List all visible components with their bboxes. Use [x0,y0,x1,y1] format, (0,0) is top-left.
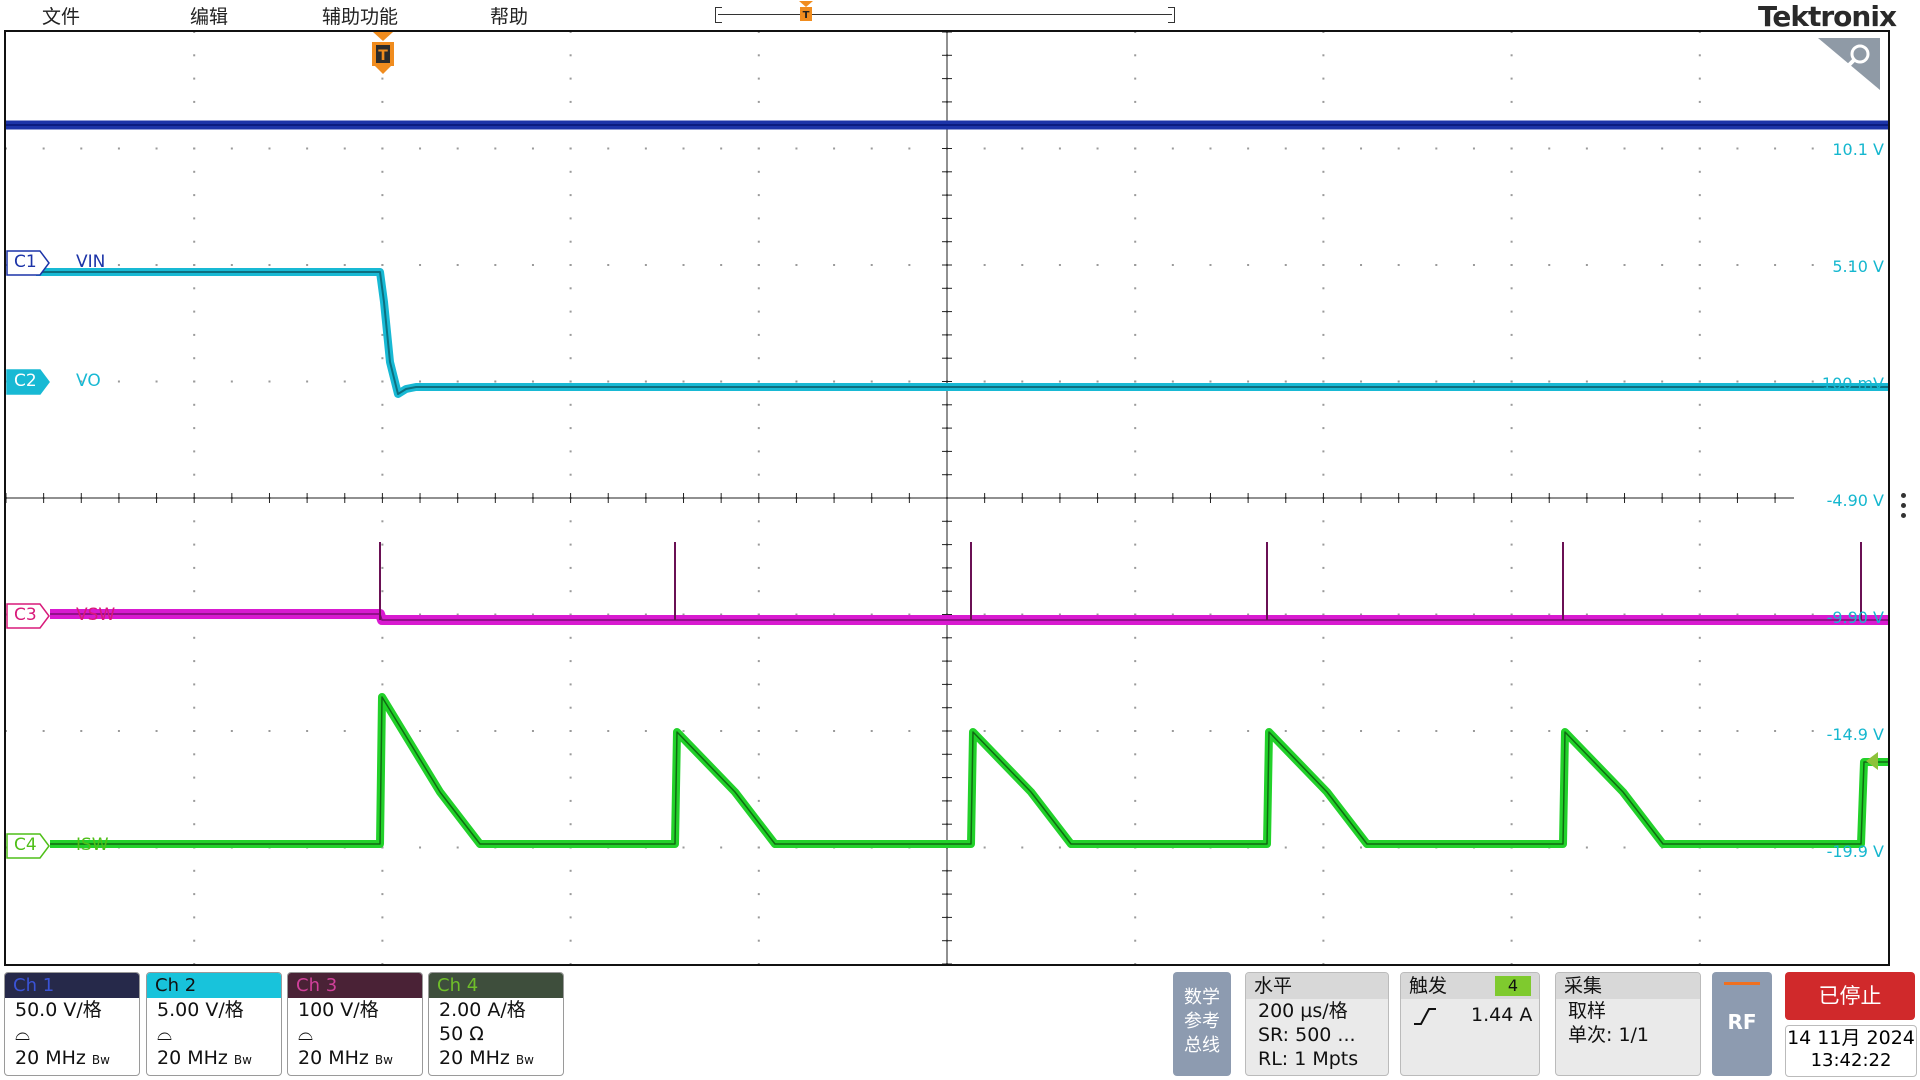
math-ref-bus-label: 数学 参考 总线 [1184,987,1220,1056]
bandwidth-limit-icon: Bw [515,1053,534,1067]
waveform-display[interactable]: T C1 VIN C2 VO C3 VSW C4 ISW 10.1 V 5.10… [4,30,1890,966]
ch1-tag-label: C1 [14,252,37,272]
sample-rate: SR: 500 ... [1258,1024,1356,1046]
ch3-badge[interactable]: Ch 3 100 V/格 ⌓ 20 MHz Bw [287,972,423,1076]
trigger-title: 触发 [1409,975,1448,997]
horizontal-title: 水平 [1246,973,1388,999]
ch4-bandwidth: 20 MHz [439,1047,510,1069]
run-status: 已停止 [1818,984,1882,1008]
zoom-icon[interactable] [1818,38,1880,90]
ch3-bandwidth-row: 20 MHz Bw [288,1046,422,1072]
bandwidth-limit-icon: Bw [233,1053,252,1067]
ch1-bandwidth-row: 20 MHz Bw [5,1046,139,1072]
trigger-badge[interactable]: 触发 4 1.44 A [1400,972,1540,1076]
ch1-trace-name: VIN [76,252,106,272]
offset-label: 10.1 V [1832,140,1884,159]
menu-file[interactable]: 文件 [42,2,80,29]
svg-text:T: T [803,10,810,21]
record-bar-right-bracket [1168,7,1175,23]
ch2-trace [36,268,1888,398]
ch4-impedance: 50 Ω [439,1023,484,1045]
ch4-badge[interactable]: Ch 4 2.00 A/格 50 Ω 20 MHz Bw [428,972,564,1076]
offset-label: 100 mV [1821,374,1884,393]
menu-help[interactable]: 帮助 [490,2,528,29]
ch4-bandwidth-row: 20 MHz Bw [429,1046,563,1072]
ch1-scale: 50.0 V/格 [15,999,102,1021]
trigger-title-row: 触发 4 [1401,973,1539,999]
trigger-level-marker-icon[interactable] [1866,750,1888,772]
offset-label: -14.9 V [1826,725,1884,744]
time: 13:42:22 [1810,1050,1892,1071]
rising-edge-icon [1414,1007,1436,1025]
trigger-level-row: 1.44 A [1401,999,1539,1027]
ch3-tag-label: C3 [14,605,37,625]
menu-bar: 文件 编辑 辅助功能 帮助 T Tektronix [0,0,1920,33]
date-time-display[interactable]: 14 11月 2024 13:42:22 [1785,1025,1917,1077]
ch4-trace-name: ISW [76,835,109,855]
math-ref-bus-button[interactable]: 数学 参考 总线 [1173,972,1231,1076]
acquisition-mode: 取样 [1568,1000,1607,1022]
ch4-scale: 2.00 A/格 [439,999,526,1021]
record-trigger-marker-icon: T [799,1,813,21]
ch3-probe-icon-row: ⌓ [288,1022,422,1046]
ch1-badge[interactable]: Ch 1 50.0 V/格 ⌓ 20 MHz Bw [4,972,140,1076]
ch2-probe-icon-row: ⌓ [147,1022,281,1046]
ch2-trace-core [36,271,1888,395]
offset-label: 5.10 V [1832,257,1884,276]
offset-label: -9.90 V [1826,608,1884,627]
trigger-position-marker-icon[interactable]: T [369,32,397,80]
horizontal-badge[interactable]: 水平 200 µs/格 SR: 500 ... RL: 1 Mpts [1245,972,1389,1076]
waveform-traces [6,120,1888,848]
acquisition-title: 采集 [1556,973,1700,999]
ch2-scale: 5.00 V/格 [157,999,244,1021]
ch1-bandwidth: 20 MHz [15,1047,86,1069]
acquisition-count: 单次: 1/1 [1568,1024,1650,1046]
record-bar-left-bracket [715,7,722,23]
menu-utility[interactable]: 辅助功能 [322,2,398,29]
record-length: RL: 1 Mpts [1258,1048,1359,1070]
probe-icon: ⌓ [15,1023,31,1045]
offset-label: -19.9 V [1826,842,1884,861]
more-options-icon[interactable] [1901,490,1909,530]
ch1-badge-title: Ch 1 [5,973,139,998]
ch3-badge-title: Ch 3 [288,973,422,998]
horizontal-scale: 200 µs/格 [1258,1000,1348,1022]
probe-icon: ⌓ [298,1023,314,1045]
record-overview-bar[interactable]: T [715,1,1175,23]
ch4-badge-title: Ch 4 [429,973,563,998]
date: 14 11月 2024 [1787,1027,1915,1049]
run-stop-button[interactable]: 已停止 [1785,972,1915,1020]
offset-label: -4.90 V [1794,491,1884,510]
svg-text:T: T [378,48,388,64]
probe-icon: ⌓ [157,1023,173,1045]
ch2-badge[interactable]: Ch 2 5.00 V/格 ⌓ 20 MHz Bw [146,972,282,1076]
bandwidth-limit-icon: Bw [374,1053,393,1067]
ch2-tag-label: C2 [14,371,37,391]
trigger-source-badge: 4 [1495,976,1531,996]
ch2-trace-name: VO [76,371,101,391]
ch2-bandwidth-row: 20 MHz Bw [147,1046,281,1072]
rf-button[interactable]: RF [1712,972,1772,1076]
ch1-probe-icon-row: ⌓ [5,1022,139,1046]
trigger-level: 1.44 A [1471,1004,1533,1026]
ch3-scale: 100 V/格 [298,999,379,1021]
ch3-trace-name: VSW [76,605,116,625]
ch3-bandwidth: 20 MHz [298,1047,369,1069]
ch4-tag-label: C4 [14,835,37,855]
rf-indicator [1724,982,1760,985]
acquisition-badge[interactable]: 采集 取样 单次: 1/1 [1555,972,1701,1076]
ch3-trace [50,609,1888,625]
ch4-trace [50,693,1888,848]
bandwidth-limit-icon: Bw [91,1053,110,1067]
menu-edit[interactable]: 编辑 [190,2,228,29]
ch2-bandwidth: 20 MHz [157,1047,228,1069]
tektronix-logo: Tektronix [1757,0,1897,33]
ch2-badge-title: Ch 2 [147,973,281,998]
